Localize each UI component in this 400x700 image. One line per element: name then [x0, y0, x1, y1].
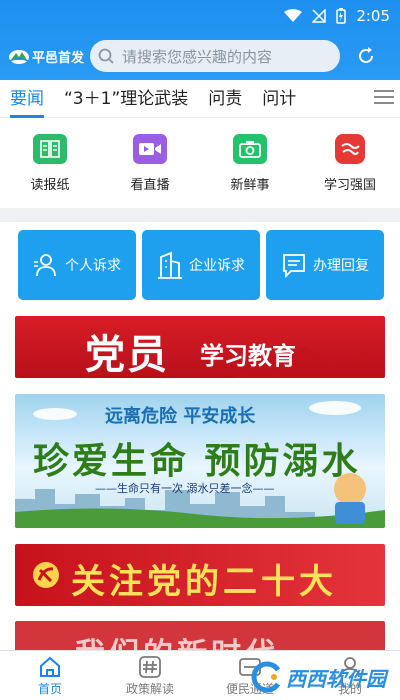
status-bar: 2:05 [284, 6, 390, 26]
search-icon [98, 48, 114, 64]
shortcut-live[interactable]: 看直播 [105, 134, 195, 193]
menu-icon[interactable] [374, 90, 394, 106]
section-divider [0, 208, 400, 222]
wifi-icon [284, 9, 303, 22]
newspaper-icon [33, 134, 67, 164]
shortcut-label: 学习强国 [323, 178, 376, 193]
shortcut-label: 看直播 [130, 178, 170, 193]
home-icon [40, 656, 60, 677]
message-icon [283, 254, 305, 278]
banner-main-text: 珍爱生命 预防溺水 [33, 440, 361, 482]
app-logo[interactable]: 平邑首发 [8, 47, 84, 66]
shortcut-fresh[interactable]: 新鲜事 [205, 134, 295, 193]
camera-icon [233, 134, 267, 164]
party-emblem-icon [33, 562, 59, 588]
app-header: 平邑首发 请搜索您感兴趣的内容 [0, 38, 400, 74]
nav-policy[interactable]: 政策解读 [100, 651, 200, 700]
shortcut-grid: 读报纸 看直播 新鲜事 学习强国 [0, 118, 400, 208]
nav-label: 首页 [37, 682, 62, 696]
building-icon [158, 251, 182, 279]
logo-icon [9, 50, 29, 64]
new-era-banner[interactable]: 我们的新时代 [15, 621, 385, 650]
status-time: 2:05 [356, 7, 390, 25]
banner-title: 党员 [85, 331, 169, 378]
shortcut-xuexi[interactable]: 学习强国 [305, 134, 395, 193]
logo-text: 平邑首发 [32, 50, 85, 66]
tab-yaowen[interactable]: 要闻 [0, 80, 54, 118]
personal-appeal-button[interactable]: 个人诉求 [18, 230, 136, 300]
xuexi-icon [335, 134, 365, 164]
category-tabs: 要闻 “3＋1”理论武装 问责 问计 [0, 80, 400, 118]
enterprise-appeal-button[interactable]: 企业诉求 [142, 230, 260, 300]
shortcut-label: 新鲜事 [230, 178, 270, 193]
banner-title: 关注党的二十大 [71, 562, 337, 602]
top-bar: 2:05 平邑首发 请搜索您感兴趣的内容 [0, 0, 400, 80]
battery-icon [336, 8, 347, 24]
drowning-prevention-banner[interactable]: 远离危险 平安成长 珍爱生命 预防溺水 ——生命只有一次 溺水只差一念—— [15, 394, 385, 528]
shortcut-newspaper[interactable]: 读报纸 [5, 134, 95, 193]
no-signal-icon [312, 9, 327, 23]
feed-content[interactable]: 个人诉求 企业诉求 办理回复 党员 学习教育 远离危险 平安成长 珍爱生命 预防… [0, 222, 400, 650]
hash-icon [139, 656, 161, 678]
action-label: 个人诉求 [65, 258, 121, 274]
watermark-text: 西西软件园 [286, 666, 386, 691]
reply-button[interactable]: 办理回复 [266, 230, 384, 300]
action-label: 办理回复 [313, 258, 369, 274]
banner-subtitle: 学习教育 [200, 342, 296, 370]
person-icon [34, 254, 56, 277]
watermark-logo-icon [251, 661, 281, 693]
search-placeholder: 请搜索您感兴趣的内容 [122, 47, 273, 66]
action-label: 企业诉求 [189, 258, 245, 274]
search-bar[interactable]: 请搜索您感兴趣的内容 [90, 40, 341, 72]
banner-sub-text: ——生命只有一次 溺水只差一念—— [95, 482, 275, 495]
watermark: 西西软件园 [250, 660, 386, 694]
congress-banner[interactable]: 关注党的二十大 [15, 544, 385, 606]
tab-wenji[interactable]: 问计 [252, 80, 306, 118]
appeal-actions: 个人诉求 企业诉求 办理回复 [18, 230, 384, 300]
refresh-button[interactable] [354, 44, 378, 68]
tab-wenze[interactable]: 问责 [198, 80, 252, 118]
shortcut-label: 读报纸 [30, 178, 70, 193]
banner-title: 我们的新时代 [75, 629, 279, 650]
video-icon [133, 134, 167, 164]
party-study-banner[interactable]: 党员 学习教育 [15, 316, 385, 378]
nav-home[interactable]: 首页 [0, 651, 100, 700]
nav-label: 政策解读 [125, 682, 174, 696]
tab-theory[interactable]: “3＋1”理论武装 [54, 80, 198, 118]
refresh-icon [359, 47, 374, 63]
banner-top-text: 远离危险 平安成长 [105, 406, 256, 427]
